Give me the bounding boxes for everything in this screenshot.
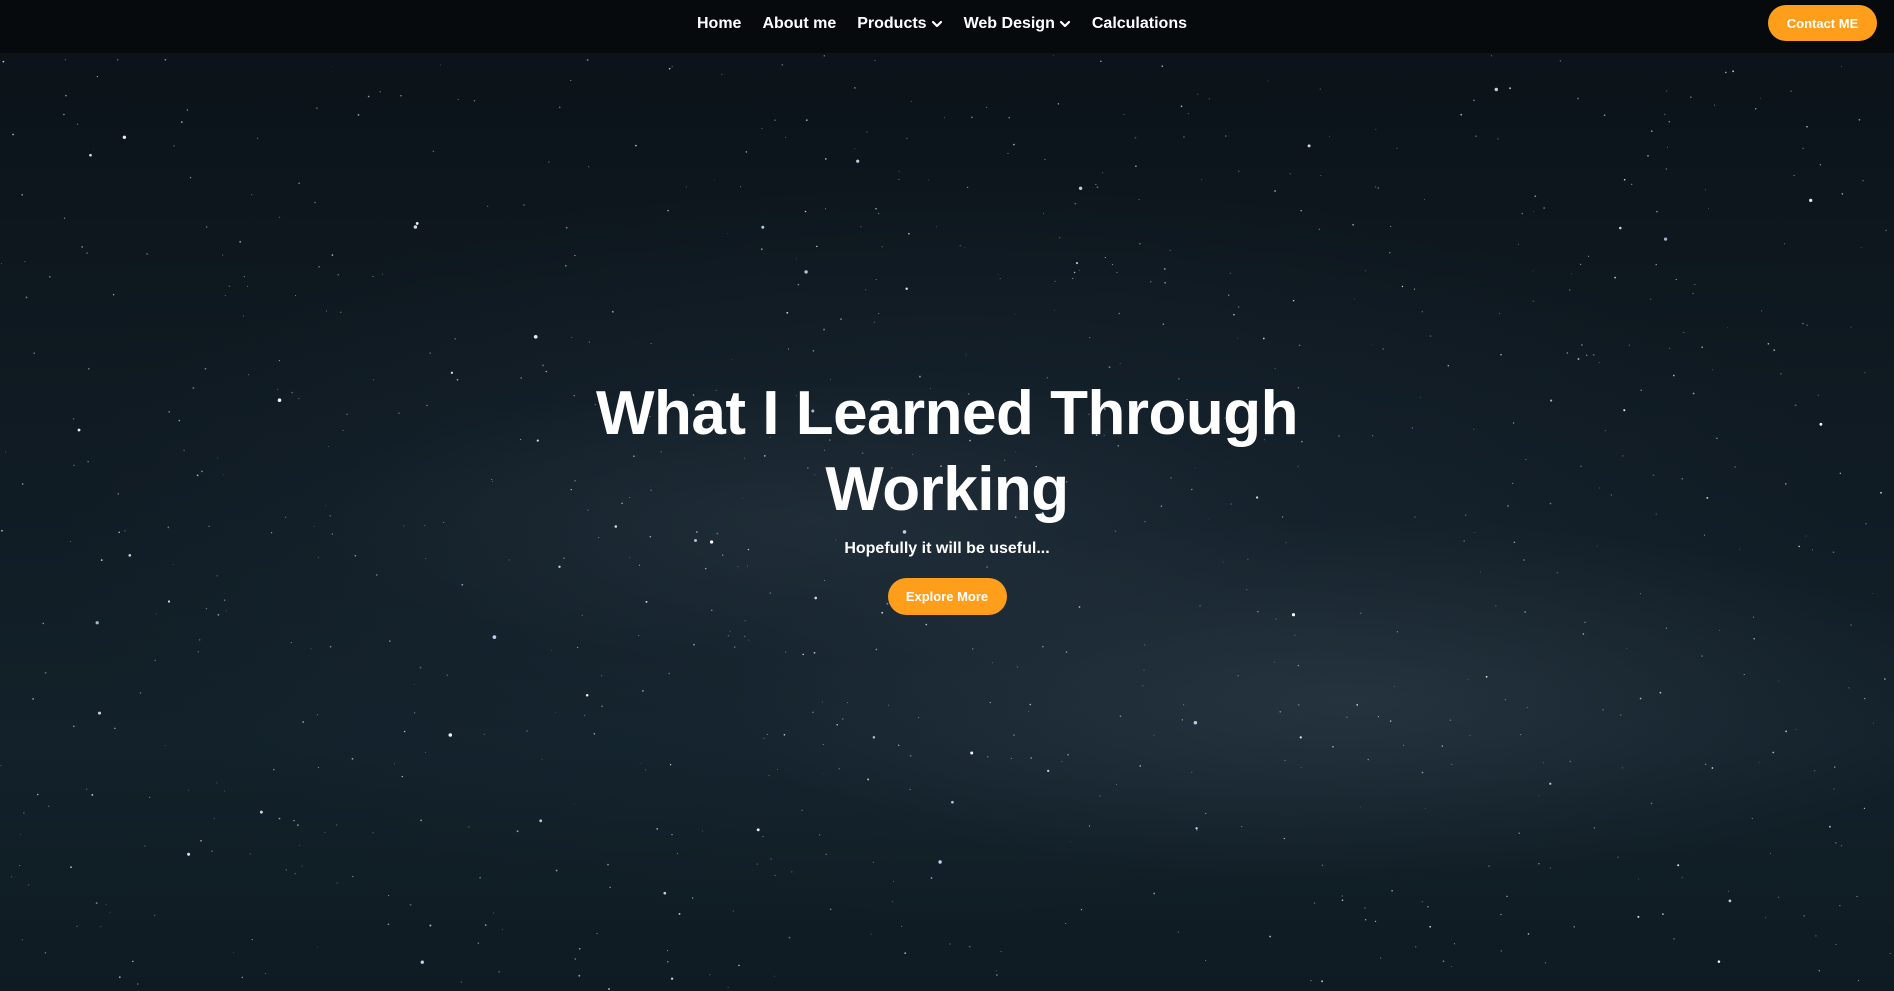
- page: Home About me Products Web Design Calcul…: [0, 0, 1894, 991]
- nav-item-label: Calculations: [1091, 14, 1187, 32]
- hero-section: What I Learned Through Working Hopefully…: [0, 376, 1894, 615]
- chevron-down-icon: [1059, 20, 1070, 27]
- nav-item-label: Products: [857, 14, 927, 32]
- nav-item-calculations[interactable]: Calculations: [1092, 15, 1187, 33]
- nav-item-home[interactable]: Home: [697, 15, 741, 33]
- explore-more-button[interactable]: Explore More: [887, 578, 1007, 615]
- hero-subtitle: Hopefully it will be useful...: [844, 540, 1050, 557]
- chevron-down-icon: [931, 20, 942, 27]
- contact-me-button[interactable]: Contact ME: [1768, 5, 1877, 41]
- hero-title: What I Learned Through Working: [596, 379, 1298, 524]
- nav-item-about-me[interactable]: About me: [762, 15, 836, 33]
- nav-item-label: About me: [762, 14, 837, 32]
- navbar: Home About me Products Web Design Calcul…: [0, 0, 1894, 53]
- nav-item-label: Home: [697, 14, 742, 32]
- nav-item-web-design[interactable]: Web Design: [964, 15, 1071, 33]
- nav-item-products[interactable]: Products: [857, 15, 942, 33]
- nav-item-label: Web Design: [963, 14, 1055, 32]
- main-nav: Home About me Products Web Design Calcul…: [0, 0, 1894, 47]
